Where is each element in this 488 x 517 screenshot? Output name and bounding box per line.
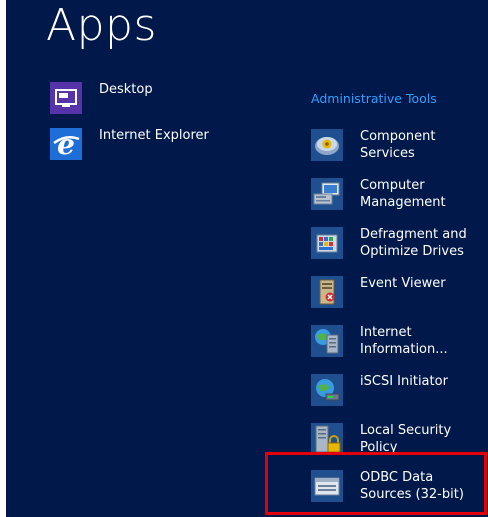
admin-tile-event-viewer[interactable]: Event Viewer: [311, 276, 478, 308]
app-tile-desktop[interactable]: Desktop: [50, 82, 153, 114]
admin-tool-label: Event Viewer: [360, 276, 446, 291]
desktop-icon: [50, 82, 82, 114]
admin-tool-label: iSCSI Initiator: [360, 374, 448, 389]
admin-tool-label: Defragment and Optimize Drives: [360, 227, 467, 259]
start-screen: Apps Desktop e Internet Explorer Adminis…: [6, 0, 488, 517]
app-tile-internet-explorer[interactable]: e Internet Explorer: [50, 128, 209, 160]
admin-tile-iis[interactable]: Internet Information...: [311, 325, 478, 358]
admin-tool-label: Component Services: [360, 129, 436, 161]
admin-tool-label: ODBC Data Sources (32-bit): [360, 470, 464, 502]
admin-tile-odbc-data-sources[interactable]: ODBC Data Sources (32-bit): [311, 470, 478, 503]
admin-tool-label: Local Security Policy: [360, 423, 452, 455]
defragment-icon: [311, 227, 343, 259]
event-viewer-icon: [311, 276, 343, 308]
computer-management-icon: [311, 178, 343, 210]
local-security-policy-icon: [311, 423, 343, 455]
admin-tool-label: Internet Information...: [360, 325, 448, 357]
page-title: Apps: [46, 0, 157, 51]
admin-tile-iscsi-initiator[interactable]: iSCSI Initiator: [311, 374, 478, 406]
admin-tool-label: Computer Management: [360, 178, 446, 210]
admin-tile-computer-management[interactable]: Computer Management: [311, 178, 478, 211]
app-label: Internet Explorer: [99, 128, 209, 143]
app-label: Desktop: [99, 82, 153, 97]
component-services-icon: [311, 129, 343, 161]
odbc-icon: [311, 470, 343, 502]
internet-explorer-icon: e: [50, 128, 82, 160]
section-header-administrative-tools: Administrative Tools: [311, 91, 437, 106]
iis-icon: [311, 325, 343, 357]
admin-tile-defragment[interactable]: Defragment and Optimize Drives: [311, 227, 478, 260]
admin-tile-local-security-policy[interactable]: Local Security Policy: [311, 423, 478, 456]
admin-tile-component-services[interactable]: Component Services: [311, 129, 478, 162]
svg-text:e: e: [57, 128, 75, 160]
iscsi-initiator-icon: [311, 374, 343, 406]
